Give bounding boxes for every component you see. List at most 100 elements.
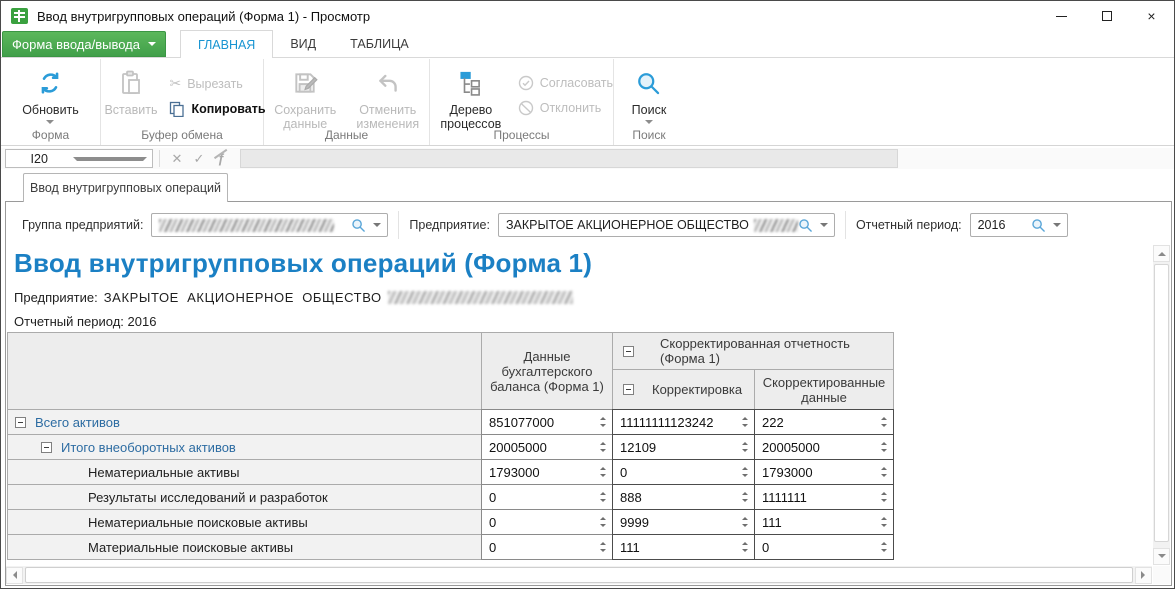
- search-icon[interactable]: [1031, 218, 1046, 233]
- spinner-icon[interactable]: [598, 541, 608, 553]
- group-label-process: Процессы: [430, 128, 613, 142]
- enterprise-line-label: Предприятие:: [14, 290, 98, 305]
- balance-cell[interactable]: 0: [481, 534, 613, 560]
- undo-changes-button[interactable]: Отменить изменения: [347, 63, 430, 131]
- cut-button[interactable]: ✂ Вырезать: [169, 75, 265, 92]
- collapse-icon[interactable]: [15, 417, 26, 428]
- chevron-down-icon[interactable]: [373, 223, 381, 231]
- adjusted-cell[interactable]: 111: [754, 509, 894, 535]
- spinner-icon[interactable]: [740, 491, 750, 503]
- process-tree-button[interactable]: Дерево процессов: [430, 63, 512, 131]
- function-icon[interactable]: ƒ: [210, 151, 232, 166]
- group-filter-input[interactable]: [151, 213, 388, 237]
- close-button[interactable]: ×: [1129, 1, 1174, 31]
- spinner-icon[interactable]: [598, 416, 608, 428]
- spinner-icon[interactable]: [598, 491, 608, 503]
- chevron-down-icon[interactable]: [820, 223, 828, 231]
- spinner-icon[interactable]: [740, 541, 750, 553]
- balance-cell[interactable]: 851077000: [481, 409, 613, 435]
- spinner-icon[interactable]: [740, 516, 750, 528]
- adjustment-cell[interactable]: 0: [612, 459, 755, 485]
- search-icon[interactable]: [798, 218, 813, 233]
- collapse-icon[interactable]: [623, 346, 634, 357]
- document-tab[interactable]: Ввод внутригрупповых операций: [23, 173, 228, 202]
- reject-button[interactable]: Отклонить: [518, 100, 613, 116]
- spinner-icon[interactable]: [740, 466, 750, 478]
- horizontal-scroll-thumb[interactable]: [25, 567, 1133, 583]
- balance-cell[interactable]: 20005000: [481, 434, 613, 460]
- enter-check-icon[interactable]: ✓: [188, 151, 210, 167]
- spinner-icon[interactable]: [598, 441, 608, 453]
- vertical-scroll-thumb[interactable]: [1154, 264, 1169, 542]
- search-icon: [635, 67, 662, 99]
- minimize-button[interactable]: [1039, 1, 1084, 31]
- data-grid: Данные бухгалтерского баланса (Форма 1) …: [7, 332, 895, 560]
- adjustment-cell[interactable]: 888: [612, 484, 755, 510]
- formula-input[interactable]: [240, 149, 898, 168]
- scroll-left-button[interactable]: [6, 567, 23, 584]
- row-label[interactable]: Результаты исследований и разработок: [88, 490, 328, 505]
- chevron-down-icon: [645, 120, 653, 128]
- collapse-icon[interactable]: [41, 442, 52, 453]
- spinner-icon[interactable]: [879, 416, 889, 428]
- spinner-icon[interactable]: [879, 541, 889, 553]
- horizontal-scrollbar[interactable]: [6, 566, 1152, 584]
- adjusted-cell[interactable]: 20005000: [754, 434, 894, 460]
- adjustment-cell[interactable]: 11111111123242: [612, 409, 755, 435]
- paste-button[interactable]: Вставить: [98, 63, 163, 117]
- spinner-icon[interactable]: [740, 416, 750, 428]
- scroll-up-button[interactable]: [1153, 245, 1170, 262]
- spinner-icon[interactable]: [879, 516, 889, 528]
- header-group-adjusted-reporting: Скорректированная отчетность (Форма 1): [612, 332, 894, 370]
- spinner-icon[interactable]: [879, 441, 889, 453]
- redacted-value: [159, 219, 334, 232]
- refresh-button[interactable]: Обновить: [16, 63, 85, 128]
- adjusted-cell[interactable]: 0: [754, 534, 894, 560]
- row-label[interactable]: Материальные поисковые активы: [88, 540, 293, 555]
- row-label[interactable]: Всего активов: [35, 415, 120, 430]
- chevron-down-icon[interactable]: [1053, 223, 1061, 231]
- collapse-icon[interactable]: [623, 384, 634, 395]
- scroll-right-button[interactable]: [1135, 567, 1152, 584]
- copy-button[interactable]: Копировать: [169, 101, 265, 117]
- adjusted-cell[interactable]: 222: [754, 409, 894, 435]
- adjusted-cell[interactable]: 1793000: [754, 459, 894, 485]
- search-icon[interactable]: [351, 218, 366, 233]
- save-icon: [292, 67, 318, 99]
- spinner-icon[interactable]: [740, 441, 750, 453]
- tab-view[interactable]: ВИД: [273, 30, 333, 57]
- row-label[interactable]: Итого внеоборотных активов: [61, 440, 236, 455]
- search-button[interactable]: Поиск: [626, 63, 673, 128]
- approve-button[interactable]: Согласовать: [518, 75, 613, 91]
- row-label[interactable]: Нематериальные активы: [88, 465, 240, 480]
- adjusted-cell[interactable]: 1111111: [754, 484, 894, 510]
- cancel-icon[interactable]: ✕: [166, 151, 188, 167]
- spinner-icon[interactable]: [879, 491, 889, 503]
- tab-table[interactable]: ТАБЛИЦА: [333, 30, 426, 57]
- enterprise-filter-input[interactable]: ЗАКРЫТОЕ АКЦИОНЕРНОЕ ОБЩЕСТВО: [498, 213, 835, 237]
- adjustment-cell[interactable]: 12109: [612, 434, 755, 460]
- balance-cell[interactable]: 0: [481, 484, 613, 510]
- period-filter-input[interactable]: 2016: [970, 213, 1068, 237]
- app-menu-button[interactable]: Форма ввода/вывода: [2, 31, 166, 57]
- adjustment-cell[interactable]: 9999: [612, 509, 755, 535]
- balance-cell[interactable]: 1793000: [481, 459, 613, 485]
- row-label[interactable]: Нематериальные поисковые активы: [88, 515, 308, 530]
- spinner-icon[interactable]: [879, 466, 889, 478]
- maximize-button[interactable]: [1084, 1, 1129, 31]
- save-data-button[interactable]: Сохранить данные: [264, 63, 347, 131]
- balance-cell[interactable]: 0: [481, 509, 613, 535]
- vertical-scrollbar[interactable]: [1153, 245, 1170, 565]
- period-line: Отчетный период: 2016: [14, 314, 156, 329]
- spinner-icon[interactable]: [598, 466, 608, 478]
- content-panel: Группа предприятий: Предприятие: ЗАКРЫТО…: [5, 201, 1172, 586]
- tab-main[interactable]: ГЛАВНАЯ: [180, 30, 273, 58]
- period-filter-value: 2016: [978, 218, 1006, 232]
- adjustment-cell[interactable]: 111: [612, 534, 755, 560]
- spinner-icon[interactable]: [598, 516, 608, 528]
- scroll-down-button[interactable]: [1153, 548, 1170, 565]
- app-menu-label: Форма ввода/вывода: [12, 37, 140, 52]
- cell-reference-box[interactable]: I20: [5, 149, 153, 168]
- check-circle-icon: [518, 75, 534, 91]
- enterprise-filter-value: ЗАКРЫТОЕ АКЦИОНЕРНОЕ ОБЩЕСТВО: [506, 218, 749, 232]
